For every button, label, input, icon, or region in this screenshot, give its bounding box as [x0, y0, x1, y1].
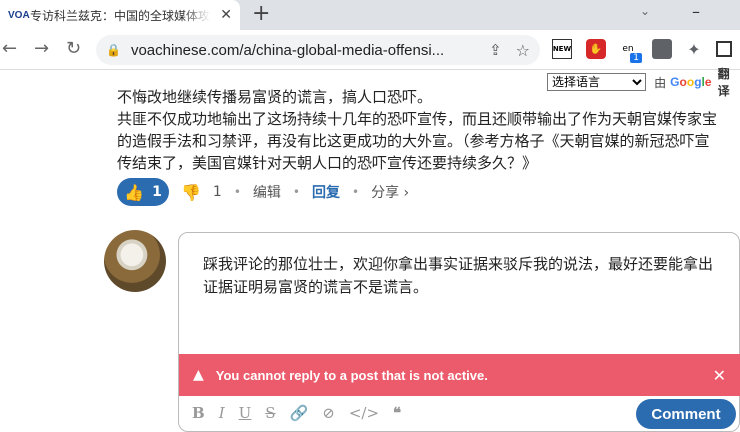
lock-icon[interactable]: 🔒	[106, 43, 121, 57]
url-text[interactable]: voachinese.com/a/china-global-media-offe…	[131, 42, 481, 59]
bookmark-star-icon[interactable]: ☆	[516, 41, 530, 60]
comment-submit-button[interactable]: Comment	[636, 399, 736, 429]
voa-favicon-icon: VOA	[8, 9, 30, 21]
reply-text[interactable]: 踩我评论的那位壮士，欢迎你拿出事实证据来驳斥我的说法，最好还要能拿出证据证明易富…	[203, 253, 723, 299]
browser-toolbar: ← → ↻ 🔒 voachinese.com/a/china-global-me…	[0, 30, 740, 70]
share-icon[interactable]: ⇪	[489, 41, 502, 59]
warning-icon: ▲	[193, 367, 204, 383]
separator-dot: •	[292, 185, 300, 199]
edit-link[interactable]: 编辑	[253, 182, 281, 202]
thumbs-down-icon[interactable]: 👎	[181, 183, 201, 202]
strikethrough-icon[interactable]: S	[265, 404, 275, 422]
dictionary-extension-icon[interactable]: en 1	[618, 39, 642, 63]
tab-search-chevron-icon[interactable]: ⌄	[640, 4, 650, 18]
code-icon[interactable]: </>	[349, 404, 379, 422]
comment-line: 传结束了，美国官媒针对天朝人口的恐吓宣传还要持续多久？》	[117, 154, 538, 172]
new-tab-button[interactable]: +	[252, 2, 270, 26]
comment-actions: 👍 1 👎 1 • 编辑 • 回复 • 分享 ›	[117, 178, 409, 206]
underline-icon[interactable]: U	[239, 404, 252, 422]
comment-line: 不悔改地继续传播易富贤的谎言，搞人口恐吓。	[117, 88, 433, 106]
like-button[interactable]: 👍 1	[117, 178, 169, 206]
avatar	[104, 230, 166, 292]
thumbs-up-icon: 👍	[124, 182, 145, 202]
share-link[interactable]: 分享 ›	[371, 182, 409, 202]
tab-title: 专访科兰兹克：中国的全球媒体攻势	[30, 8, 210, 23]
italic-icon[interactable]: I	[219, 404, 225, 422]
tab-manager-icon[interactable]	[652, 39, 672, 59]
close-icon[interactable]: ✕	[713, 366, 726, 385]
side-panel-icon[interactable]	[716, 41, 732, 57]
error-message: You cannot reply to a post that is not a…	[215, 367, 488, 383]
tab-strip: VOA 专访科兰兹克：中国的全球媒体攻势 ✕ + ⌄ –	[0, 0, 740, 30]
error-banner: ▲ You cannot reply to a post that is not…	[179, 354, 740, 396]
dislike-count: 1	[212, 184, 222, 200]
separator-dot: •	[352, 185, 360, 199]
adblock-stop-icon[interactable]: ✋	[586, 39, 606, 59]
close-tab-icon[interactable]: ✕	[220, 7, 232, 23]
extension-badge: 1	[630, 53, 642, 63]
window-minimize-icon[interactable]: –	[692, 2, 700, 21]
forward-arrow-icon[interactable]: →	[34, 38, 49, 60]
browser-tab[interactable]: VOA 专访科兰兹克：中国的全球媒体攻势 ✕	[0, 0, 240, 30]
link-icon[interactable]: 🔗	[290, 404, 309, 422]
reply-link[interactable]: 回复	[312, 182, 340, 202]
comment-body: 不悔改地继续传播易富贤的谎言，搞人口恐吓。 共匪不仅成功地输出了这场持续十几年的…	[117, 86, 737, 174]
like-count: 1	[152, 184, 162, 200]
back-arrow-icon[interactable]: ←	[2, 38, 17, 60]
address-bar[interactable]: 🔒 voachinese.com/a/china-global-media-of…	[96, 35, 540, 65]
formatting-toolbar: B I U S 🔗 ⊘ </> ❝	[192, 404, 401, 422]
quote-icon[interactable]: ❝	[393, 404, 401, 422]
comment-line: 的造假手法和习禁评，再没有比这更成功的大外宣。（参考方格子《天朝官媒的新冠恐吓宣	[117, 132, 710, 150]
extension-new-icon[interactable]: NEW	[552, 39, 572, 59]
reload-icon[interactable]: ↻	[66, 38, 81, 60]
extensions-puzzle-icon[interactable]: ✦	[684, 39, 704, 59]
bold-icon[interactable]: B	[192, 404, 205, 422]
spoiler-hide-icon[interactable]: ⊘	[322, 404, 335, 422]
comment-line: 共匪不仅成功地输出了这场持续十几年的恐吓宣传，而且还顺带输出了作为天朝官媒传家宝	[117, 110, 718, 128]
separator-dot: •	[233, 185, 241, 199]
